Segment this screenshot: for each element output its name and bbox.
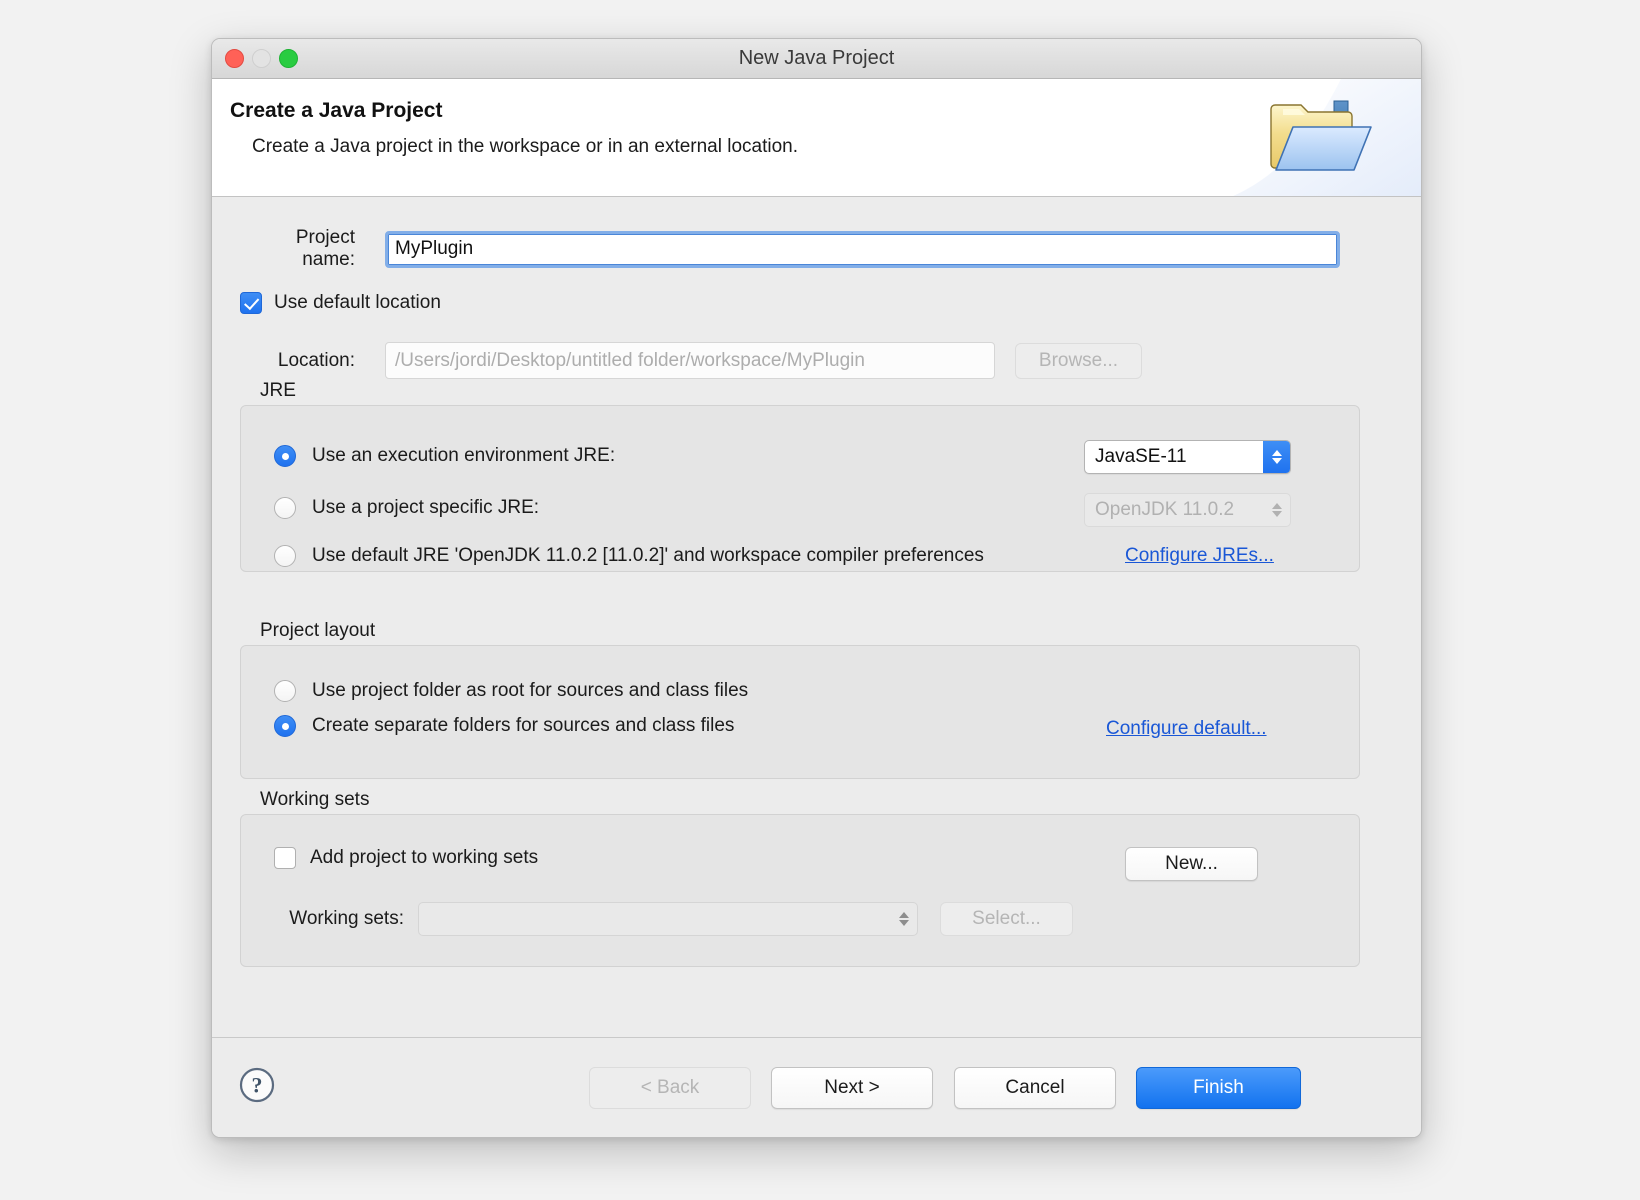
- add-to-working-sets-checkbox[interactable]: [274, 847, 296, 869]
- layout-separate-folders-label: Create separate folders for sources and …: [312, 715, 735, 736]
- jre-execution-environment-label: Use an execution environment JRE:: [312, 445, 616, 466]
- project-name-label: Project name:: [295, 227, 355, 270]
- project-jre-stepper-icon[interactable]: [1263, 494, 1290, 526]
- working-sets-stepper-icon[interactable]: [890, 903, 917, 935]
- configure-jres-link[interactable]: Configure JREs...: [1125, 545, 1274, 567]
- use-default-location-checkbox[interactable]: [240, 292, 262, 314]
- jre-execution-environment-radio[interactable]: [274, 445, 296, 467]
- working-sets-group: [240, 814, 1360, 967]
- project-name-value: MyPlugin: [395, 238, 474, 259]
- window-titlebar: New Java Project: [212, 39, 1421, 79]
- layout-option-project-folder[interactable]: Use project folder as root for sources a…: [274, 680, 748, 702]
- select-working-set-button[interactable]: Select...: [940, 902, 1073, 936]
- execution-environment-value: JavaSE-11: [1095, 446, 1187, 467]
- cancel-button[interactable]: Cancel: [954, 1067, 1116, 1109]
- add-to-working-sets-row[interactable]: Add project to working sets: [274, 847, 538, 869]
- working-sets-group-label: Working sets: [260, 789, 370, 810]
- working-sets-row: Working sets: Select...: [264, 902, 1324, 936]
- layout-separate-folders-radio[interactable]: [274, 715, 296, 737]
- close-button[interactable]: [225, 49, 244, 68]
- location-label: Location:: [277, 349, 355, 371]
- svg-text:?: ?: [252, 1073, 263, 1098]
- location-input[interactable]: /Users/jordi/Desktop/untitled folder/wor…: [385, 342, 995, 379]
- jre-option-execution-environment[interactable]: Use an execution environment JRE:: [274, 445, 615, 467]
- new-java-project-dialog: New Java Project Create a Java Project C…: [211, 38, 1422, 1138]
- layout-project-folder-radio[interactable]: [274, 680, 296, 702]
- project-name-row: Project name: MyPlugin: [240, 227, 1360, 271]
- project-jre-value: OpenJDK 11.0.2: [1095, 499, 1235, 520]
- location-value: /Users/jordi/Desktop/untitled folder/wor…: [395, 349, 865, 371]
- execution-environment-select[interactable]: JavaSE-11: [1084, 440, 1291, 474]
- project-layout-group-label: Project layout: [260, 620, 376, 641]
- layout-option-separate-folders[interactable]: Create separate folders for sources and …: [274, 715, 734, 737]
- jre-default-label: Use default JRE 'OpenJDK 11.0.2 [11.0.2]…: [312, 545, 984, 566]
- new-working-set-button[interactable]: New...: [1125, 847, 1258, 881]
- configure-default-link[interactable]: Configure default...: [1106, 718, 1267, 740]
- jre-option-project-specific[interactable]: Use a project specific JRE:: [274, 497, 539, 519]
- back-button[interactable]: < Back: [589, 1067, 751, 1109]
- project-name-input[interactable]: MyPlugin: [385, 230, 1340, 268]
- use-default-location-label: Use default location: [274, 292, 441, 313]
- layout-project-folder-label: Use project folder as root for sources a…: [312, 680, 749, 701]
- java-project-folder-icon: [1233, 79, 1421, 196]
- use-default-location-row[interactable]: Use default location: [240, 292, 441, 314]
- window-title: New Java Project: [738, 47, 895, 69]
- jre-default-radio[interactable]: [274, 545, 296, 567]
- page-title: Create a Java Project: [230, 99, 443, 122]
- location-row: Location: /Users/jordi/Desktop/untitled …: [240, 342, 1360, 379]
- add-to-working-sets-label: Add project to working sets: [310, 847, 539, 868]
- execution-environment-stepper-icon[interactable]: [1263, 441, 1290, 473]
- zoom-button[interactable]: [279, 49, 298, 68]
- window-controls: [225, 49, 298, 68]
- finish-button[interactable]: Finish: [1136, 1067, 1301, 1109]
- dialog-footer: ? < Back Next > Cancel Finish: [212, 1037, 1421, 1137]
- browse-button[interactable]: Browse...: [1015, 342, 1142, 379]
- jre-project-specific-label: Use a project specific JRE:: [312, 497, 540, 518]
- screen: New Java Project Create a Java Project C…: [0, 0, 1640, 1200]
- jre-option-default[interactable]: Use default JRE 'OpenJDK 11.0.2 [11.0.2]…: [274, 545, 984, 567]
- working-sets-label: Working sets:: [289, 908, 404, 929]
- help-icon[interactable]: ?: [238, 1066, 276, 1104]
- dialog-body: Project name: MyPlugin Use default locat…: [212, 197, 1421, 1037]
- minimize-button[interactable]: [252, 49, 271, 68]
- jre-project-specific-radio[interactable]: [274, 497, 296, 519]
- project-layout-group: [240, 645, 1360, 779]
- working-sets-select[interactable]: [418, 902, 918, 936]
- wizard-banner: Create a Java Project Create a Java proj…: [212, 79, 1421, 197]
- jre-group-label: JRE: [260, 380, 296, 401]
- project-jre-select[interactable]: OpenJDK 11.0.2: [1084, 493, 1291, 527]
- next-button[interactable]: Next >: [771, 1067, 933, 1109]
- page-subtitle: Create a Java project in the workspace o…: [252, 136, 799, 157]
